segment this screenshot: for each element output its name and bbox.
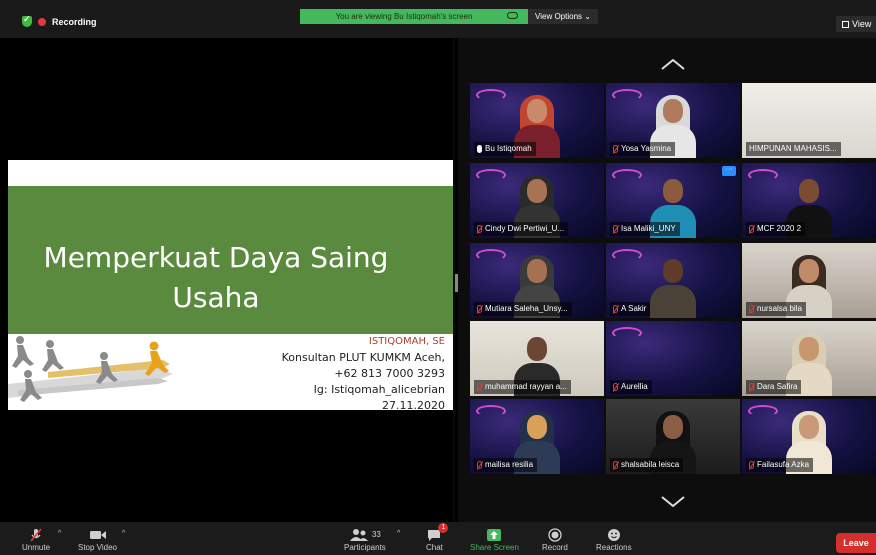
- microphone-icon: [477, 145, 482, 153]
- participant-name-label: mailisa resilia: [474, 458, 538, 472]
- chevron-up-icon[interactable]: [660, 58, 686, 70]
- participant-name-label: shalsabila leisca: [610, 458, 684, 472]
- participants-count: 33: [371, 530, 381, 539]
- participant-name-label: Isa Maliki_UNY: [610, 222, 680, 236]
- video-tile[interactable]: Dara Safira: [742, 321, 876, 396]
- participant-name-label: Failasufa Azka: [746, 458, 814, 472]
- participants-label: Participants: [344, 543, 386, 552]
- muted-mic-icon: [749, 461, 754, 469]
- muted-microphone-icon: [30, 527, 42, 542]
- video-tile[interactable]: MCF 2020 2: [742, 163, 876, 238]
- participant-name-label: muhammad rayyan a...: [474, 380, 571, 394]
- unmute-button[interactable]: Unmute: [22, 526, 50, 552]
- video-tile[interactable]: Aurellia: [606, 321, 740, 396]
- cloud-icon: [507, 12, 518, 19]
- participant-name-label: Bu Istiqomah: [474, 142, 536, 156]
- participant-gallery: Bu Istiqomah Yosa Yasmina HIMPUNAN MAHAS…: [458, 38, 876, 522]
- muted-mic-icon: [477, 461, 482, 469]
- participant-name-label: Cindy Dwi Pertiwi_U...: [474, 222, 569, 236]
- participant-name-label: MCF 2020 2: [746, 222, 806, 236]
- participant-name-label: Yosa Yasmina: [610, 142, 676, 156]
- record-icon: [548, 527, 562, 542]
- slide-date: 27.11.2020: [382, 399, 445, 412]
- video-tile[interactable]: Failasufa Azka: [742, 399, 876, 474]
- presenter-name: ISTIQOMAH, SE: [368, 336, 445, 347]
- muted-mic-icon: [749, 225, 754, 233]
- muted-mic-icon: [749, 305, 754, 313]
- reactions-button[interactable]: Reactions: [596, 526, 632, 552]
- presenter-instagram: Ig: Istiqomah_alicebrian: [313, 383, 445, 396]
- unmute-label: Unmute: [22, 543, 51, 552]
- view-button[interactable]: View: [836, 16, 876, 32]
- meeting-toolbar: Unmute ^ Stop Video ^ 33 Participants ^ …: [0, 522, 876, 555]
- top-bar: Recording You are viewing Bu Istiqomah's…: [0, 0, 876, 38]
- muted-mic-icon: [613, 305, 618, 313]
- muted-mic-icon: [477, 383, 482, 391]
- reactions-smiley-icon: [607, 528, 620, 541]
- view-button-label: View: [852, 19, 872, 29]
- chat-unread-badge: 1: [438, 523, 449, 533]
- video-tile[interactable]: Mutiara Saleha_Unsy...: [470, 243, 604, 318]
- slide-title-line2: Usaha: [172, 281, 260, 314]
- video-tile[interactable]: A Sakir: [606, 243, 740, 318]
- participant-name-label: Aurellia: [610, 380, 652, 394]
- participant-name-label: Dara Safira: [746, 380, 802, 394]
- muted-mic-icon: [477, 305, 482, 313]
- video-tile[interactable]: HIMPUNAN MAHASIS...: [742, 83, 876, 158]
- leave-meeting-button[interactable]: Leave: [836, 533, 876, 553]
- stop-video-label: Stop Video: [78, 543, 117, 552]
- chat-label: Chat: [426, 543, 443, 552]
- muted-mic-icon: [613, 383, 618, 391]
- recording-label: Recording: [52, 16, 97, 27]
- video-tile[interactable]: ··· Isa Maliki_UNY: [606, 163, 740, 238]
- video-tile[interactable]: Cindy Dwi Pertiwi_U...: [470, 163, 604, 238]
- shared-screen[interactable]: Memperkuat Daya Saing Usaha ISTIQOMAH, S…: [0, 38, 453, 522]
- video-camera-icon: [89, 530, 106, 539]
- participant-name-label: Mutiara Saleha_Unsy...: [474, 302, 572, 316]
- participants-button[interactable]: 33 Participants: [344, 526, 386, 552]
- muted-mic-icon: [477, 225, 482, 233]
- record-button[interactable]: Record: [542, 526, 568, 552]
- slide-title-line1: Memperkuat Daya Saing: [43, 241, 389, 274]
- viewing-banner-text: You are viewing Bu Istiqomah's screen: [335, 12, 473, 21]
- viewing-screen-banner: You are viewing Bu Istiqomah's screen: [300, 9, 528, 24]
- muted-mic-icon: [613, 225, 618, 233]
- muted-mic-icon: [613, 145, 618, 153]
- video-tile[interactable]: mailisa resilia: [470, 399, 604, 474]
- recording-dot-icon: [38, 17, 46, 26]
- presenter-phone: +62 813 7000 3293: [334, 367, 445, 380]
- share-screen-label: Share Screen: [470, 543, 519, 552]
- video-tile[interactable]: muhammad rayyan a...: [470, 321, 604, 396]
- slide-title: Memperkuat Daya Saing Usaha: [36, 238, 396, 318]
- more-options-button[interactable]: ···: [722, 166, 736, 176]
- grid-view-icon: [842, 20, 849, 28]
- muted-mic-icon: [613, 461, 618, 469]
- video-tile[interactable]: Yosa Yasmina: [606, 83, 740, 158]
- participants-icon: [349, 528, 368, 541]
- presentation-slide: Memperkuat Daya Saing Usaha ISTIQOMAH, S…: [8, 160, 453, 412]
- video-options-caret-icon[interactable]: ^: [122, 530, 125, 537]
- participant-name-label: HIMPUNAN MAHASIS...: [746, 142, 841, 156]
- video-tile[interactable]: nursalsa bila: [742, 243, 876, 318]
- muted-mic-icon: [749, 383, 754, 391]
- record-label: Record: [542, 543, 568, 552]
- runners-illustration: [8, 336, 173, 402]
- video-tile[interactable]: Bu Istiqomah: [470, 83, 604, 158]
- share-screen-icon: [487, 528, 502, 541]
- participant-name-label: A Sakir: [610, 302, 651, 316]
- security-shield-icon[interactable]: [22, 14, 32, 27]
- reactions-label: Reactions: [596, 543, 632, 552]
- recording-indicator[interactable]: Recording: [22, 14, 97, 27]
- chevron-down-icon[interactable]: [660, 496, 686, 508]
- audio-options-caret-icon[interactable]: ^: [58, 530, 61, 537]
- video-tile[interactable]: shalsabila leisca: [606, 399, 740, 474]
- participant-name-label: nursalsa bila: [746, 302, 806, 316]
- slide-presenter-info: ISTIQOMAH, SE Konsultan PLUT KUMKM Aceh,…: [282, 334, 445, 414]
- share-screen-button[interactable]: Share Screen: [470, 526, 519, 552]
- chat-button[interactable]: 1 Chat: [426, 523, 449, 552]
- presenter-role: Konsultan PLUT KUMKM Aceh,: [281, 351, 445, 364]
- stop-video-button[interactable]: Stop Video: [78, 526, 117, 552]
- view-options-button[interactable]: View Options ⌄: [528, 9, 598, 24]
- participants-options-caret-icon[interactable]: ^: [397, 530, 400, 537]
